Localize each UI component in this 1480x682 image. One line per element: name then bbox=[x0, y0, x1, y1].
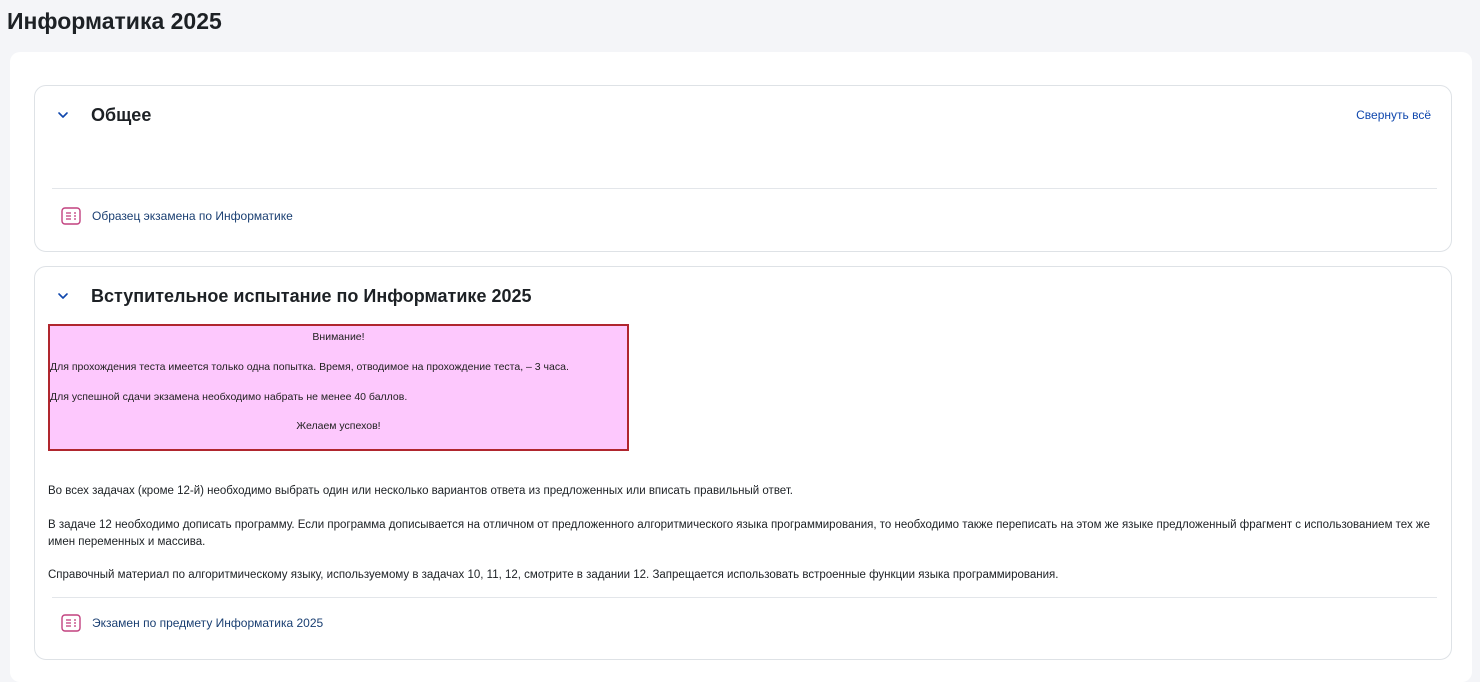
quiz-icon bbox=[61, 207, 81, 225]
section-general: Общее Свернуть всё Образец экзамена по И… bbox=[34, 85, 1452, 252]
instructions-paragraph: Справочный материал по алгоритмическому … bbox=[48, 569, 1059, 581]
attention-notice: Внимание! Для прохождения теста имеется … bbox=[48, 324, 629, 451]
divider bbox=[52, 188, 1437, 189]
activity-sample-exam[interactable]: Образец экзамена по Информатике bbox=[61, 207, 293, 225]
activity-link[interactable]: Образец экзамена по Информатике bbox=[92, 209, 293, 223]
page-title: Информатика 2025 bbox=[7, 8, 222, 34]
section-collapse-toggle[interactable] bbox=[51, 284, 75, 308]
section-header: Вступительное испытание по Информатике 2… bbox=[51, 284, 532, 308]
collapse-all-link[interactable]: Свернуть всё bbox=[1356, 108, 1431, 122]
quiz-icon bbox=[61, 614, 81, 632]
activity-exam[interactable]: Экзамен по предмету Информатика 2025 bbox=[61, 614, 323, 632]
section-title[interactable]: Общее bbox=[91, 103, 151, 127]
activity-link[interactable]: Экзамен по предмету Информатика 2025 bbox=[92, 616, 323, 630]
section-collapse-toggle[interactable] bbox=[51, 103, 75, 127]
notice-line-score: Для успешной сдачи экзамена необходимо н… bbox=[50, 391, 408, 403]
section-title[interactable]: Вступительное испытание по Информатике 2… bbox=[91, 284, 532, 308]
chevron-down-icon bbox=[58, 112, 68, 118]
chevron-down-icon bbox=[58, 293, 68, 299]
notice-closing: Желаем успехов! bbox=[296, 420, 381, 432]
notice-line-attempts: Для прохождения теста имеется только одн… bbox=[50, 361, 569, 373]
section-header: Общее bbox=[51, 103, 151, 127]
notice-heading: Внимание! bbox=[312, 331, 365, 343]
divider bbox=[52, 597, 1437, 598]
instructions-paragraph: В задаче 12 необходимо дописать программ… bbox=[48, 519, 1430, 548]
section-entrance-exam: Вступительное испытание по Информатике 2… bbox=[34, 266, 1452, 660]
instructions-paragraph: Во всех задачах (кроме 12-й) необходимо … bbox=[48, 485, 794, 497]
